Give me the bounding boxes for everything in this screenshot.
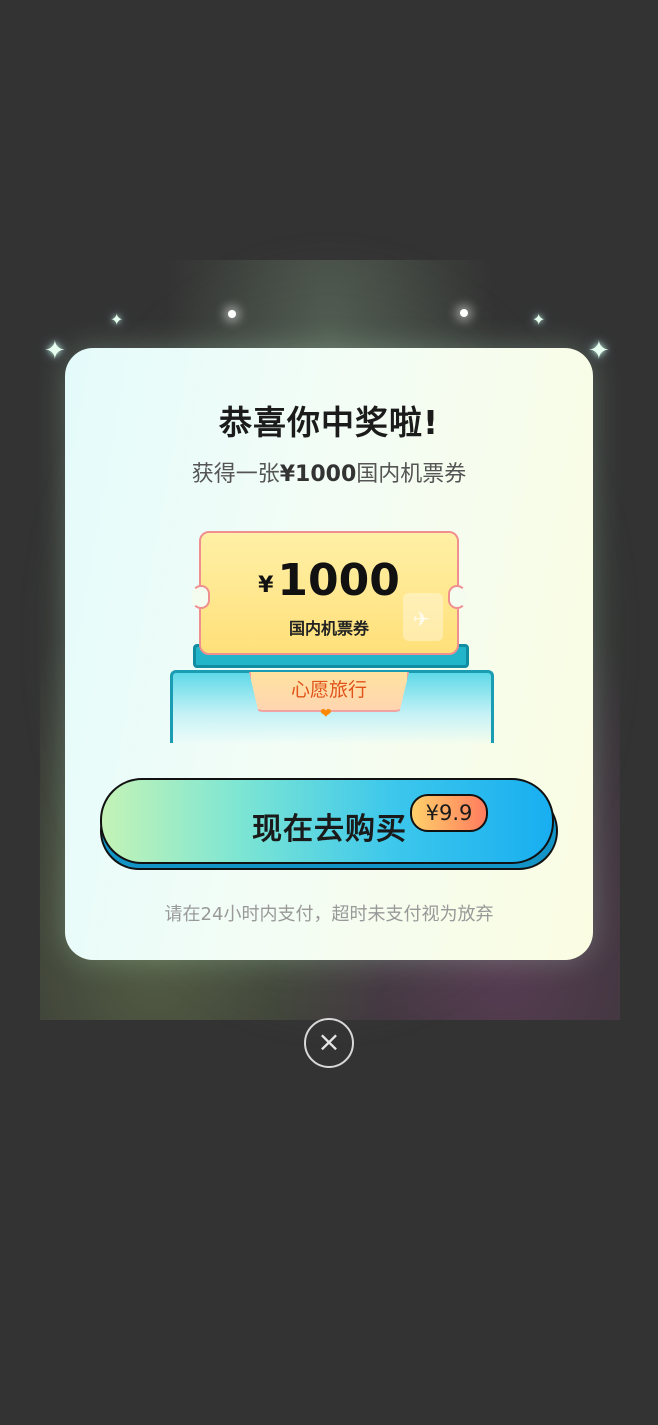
price-badge: ¥9.9 bbox=[410, 794, 488, 832]
modal-subtitle: 获得一张¥1000国内机票券 bbox=[65, 456, 593, 488]
close-icon: × bbox=[317, 1025, 341, 1058]
buy-button-label: 现在去购买 bbox=[252, 812, 407, 847]
payment-notice: 请在24小时内支付，超时未支付视为放弃 bbox=[164, 904, 494, 925]
buy-now-button[interactable]: 现在去购买 ¥9.9 bbox=[100, 778, 558, 870]
sparkle-icon: ✦ bbox=[588, 336, 610, 366]
subtitle-prefix: 获得一张 bbox=[191, 462, 280, 487]
flight-coupon: ¥1000 国内机票券 ✈ bbox=[192, 531, 466, 655]
subtitle-suffix: 国内机票券 bbox=[356, 462, 467, 487]
close-button[interactable]: × bbox=[304, 1018, 354, 1068]
coupon-currency: ¥ bbox=[258, 573, 274, 598]
modal-title: 恭喜你中奖啦! bbox=[218, 403, 440, 442]
sparkle-icon: ✦ bbox=[532, 310, 546, 329]
light-dot bbox=[460, 309, 468, 317]
plane-icon: ✈ bbox=[413, 607, 430, 631]
heart-icon: ❤ bbox=[320, 706, 332, 722]
light-dot bbox=[228, 310, 236, 318]
buy-button-face[interactable]: 现在去购买 ¥9.9 bbox=[100, 778, 554, 864]
coupon-decoration: ✈ bbox=[403, 593, 443, 641]
subtitle-amount: ¥1000 bbox=[279, 462, 357, 487]
prize-modal: 恭喜你中奖啦! 获得一张¥1000国内机票券 ¥1000 国内机票券 ✈ 心愿旅… bbox=[65, 348, 593, 960]
sparkle-icon: ✦ bbox=[44, 336, 66, 366]
sparkle-icon: ✦ bbox=[110, 310, 124, 329]
coupon-value: 1000 bbox=[277, 555, 400, 606]
